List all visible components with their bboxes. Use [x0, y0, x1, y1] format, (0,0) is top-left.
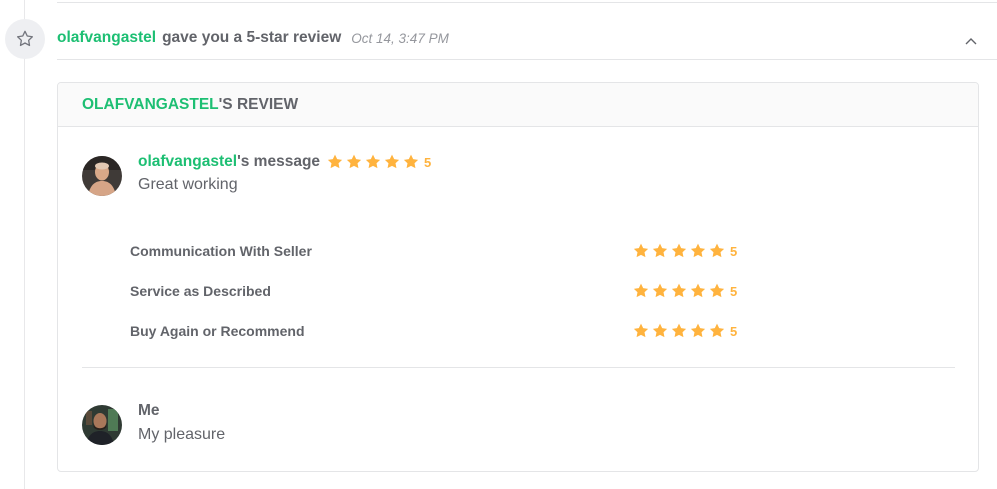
event-timestamp: Oct 14, 3:47 PM: [351, 30, 449, 46]
star-icon: [651, 322, 669, 340]
buyer-message-header: olafvangastel 's message 5: [138, 151, 431, 173]
rating-criteria: Communication With Seller 5 Service as D…: [130, 231, 750, 351]
star-icon: [326, 153, 344, 171]
star-icon: [708, 282, 726, 300]
header-divider: [57, 59, 997, 60]
event-text: gave you a 5-star review: [162, 29, 342, 46]
reply-author: Me: [138, 402, 160, 419]
card-title-username-link[interactable]: OLAFVANGASTEL: [82, 96, 219, 114]
criteria-label: Service as Described: [130, 283, 271, 299]
timeline-rail: [24, 0, 25, 489]
review-card: OLAFVANGASTEL 'S REVIEW olafvangastel 's …: [57, 82, 979, 472]
criteria-rating-value: 5: [730, 283, 738, 299]
review-notification: olafvangastel gave you a 5-star review O…: [0, 0, 997, 489]
event-username-link[interactable]: olafvangastel: [57, 29, 156, 47]
card-title-suffix: 'S REVIEW: [218, 95, 299, 113]
star-icon: [632, 322, 650, 340]
star-icon: [651, 242, 669, 260]
reply-text: My pleasure: [138, 426, 226, 443]
star-icon: [364, 153, 382, 171]
star-icon: [689, 282, 707, 300]
event-header: olafvangastel gave you a 5-star review O…: [57, 26, 449, 50]
star-icon: [383, 153, 401, 171]
criteria-row: Service as Described 5: [130, 271, 750, 311]
buyer-message-text: Great working: [138, 176, 238, 193]
review-card-title: OLAFVANGASTEL 'S REVIEW: [58, 83, 978, 127]
star-icon: [632, 242, 650, 260]
star-icon: [689, 242, 707, 260]
criteria-rating-value: 5: [730, 243, 738, 259]
collapse-button[interactable]: [961, 33, 981, 49]
criteria-stars: [632, 282, 726, 300]
star-icon: [708, 322, 726, 340]
star-outline-icon: [5, 19, 45, 59]
star-icon: [708, 242, 726, 260]
buyer-avatar[interactable]: [82, 156, 122, 196]
star-icon: [670, 282, 688, 300]
my-avatar[interactable]: [82, 405, 122, 445]
star-icon: [345, 153, 363, 171]
chevron-up-icon: [965, 38, 977, 45]
criteria-row: Buy Again or Recommend 5: [130, 311, 750, 351]
overall-rating-value: 5: [424, 154, 432, 170]
message-label-suffix: 's message: [237, 153, 321, 170]
star-icon: [689, 322, 707, 340]
star-icon: [402, 153, 420, 171]
criteria-row: Communication With Seller 5: [130, 231, 750, 271]
star-icon: [670, 322, 688, 340]
criteria-label: Communication With Seller: [130, 243, 312, 259]
star-icon: [670, 242, 688, 260]
top-divider: [57, 2, 997, 3]
criteria-rating-value: 5: [730, 323, 738, 339]
star-icon: [632, 282, 650, 300]
star-icon: [651, 282, 669, 300]
criteria-stars: [632, 322, 726, 340]
overall-stars: [326, 153, 420, 171]
reply-divider: [82, 367, 955, 368]
criteria-stars: [632, 242, 726, 260]
criteria-label: Buy Again or Recommend: [130, 323, 305, 339]
buyer-username-link[interactable]: olafvangastel: [138, 153, 237, 171]
